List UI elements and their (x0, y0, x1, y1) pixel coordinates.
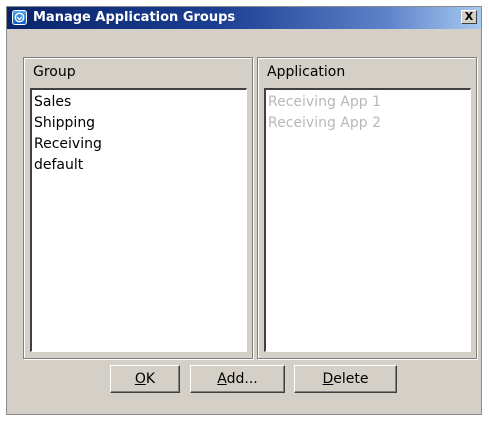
group-header: Group (33, 64, 76, 80)
application-list-item[interactable]: Receiving App 1 (266, 92, 470, 113)
window-title: Manage Application Groups (33, 10, 236, 25)
application-list-item[interactable]: Receiving App 2 (266, 113, 470, 134)
ok-button[interactable]: OK (110, 365, 180, 393)
group-list-item[interactable]: Shipping (32, 113, 246, 134)
group-panel: Group Sales Shipping Receiving default (23, 57, 253, 359)
add-label: dd... (226, 371, 258, 387)
ok-mnemonic: O (134, 371, 146, 387)
application-panel: Application Receiving App 1 Receiving Ap… (257, 57, 477, 359)
title-bar[interactable]: Manage Application Groups X (7, 7, 481, 29)
application-list[interactable]: Receiving App 1 Receiving App 2 (264, 88, 471, 352)
add-button[interactable]: Add... (190, 365, 285, 393)
close-button[interactable]: X (461, 10, 477, 24)
delete-label: elete (333, 371, 369, 387)
group-list-item[interactable]: Receiving (32, 134, 246, 155)
group-list-item[interactable]: Sales (32, 92, 246, 113)
ok-label: K (145, 371, 156, 387)
add-mnemonic: A (217, 371, 227, 387)
delete-mnemonic: D (322, 371, 334, 387)
manage-application-groups-dialog: Manage Application Groups X Group Sales … (6, 6, 482, 415)
delete-button[interactable]: Delete (294, 365, 397, 393)
group-list[interactable]: Sales Shipping Receiving default (30, 88, 247, 352)
group-list-item[interactable]: default (32, 155, 246, 176)
application-header: Application (267, 64, 346, 80)
app-logo-icon (12, 10, 27, 25)
